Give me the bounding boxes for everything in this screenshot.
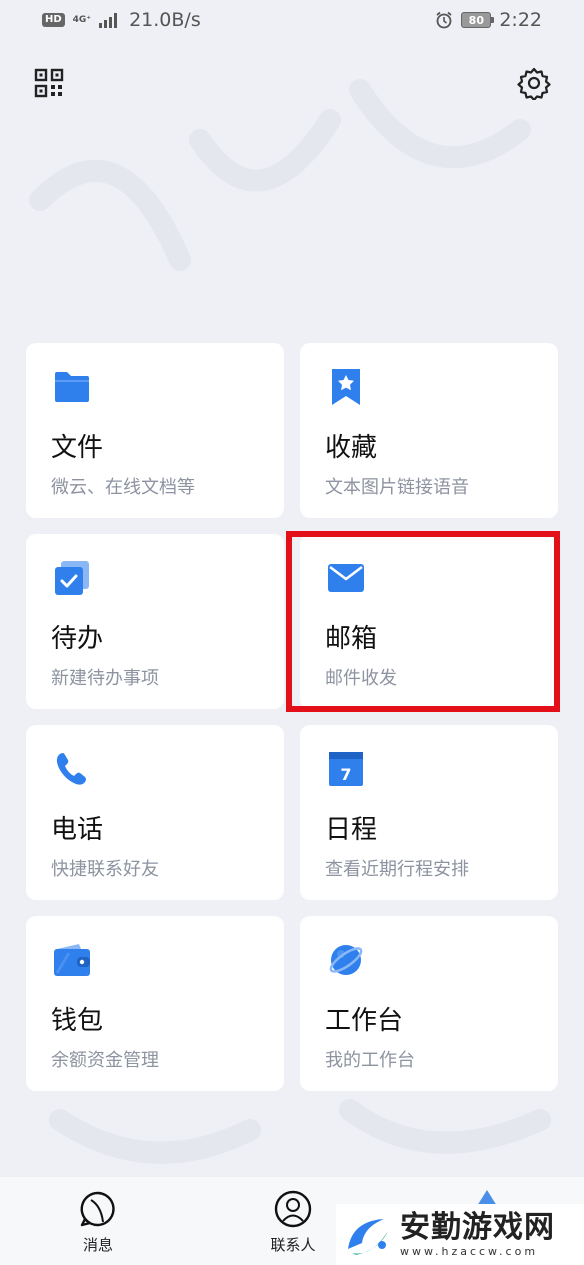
status-bar: HD 4G⁺ 21.0B/s 80 2:22 (0, 0, 584, 40)
card-title: 收藏 (325, 433, 378, 463)
bookmark-star-icon (326, 367, 366, 407)
card-mail[interactable]: 邮箱 邮件收发 (300, 534, 558, 709)
gear-icon (517, 67, 551, 100)
card-title: 文件 (51, 433, 104, 463)
card-subtitle: 快捷联系好友 (51, 859, 159, 880)
card-subtitle: 余额资金管理 (51, 1050, 159, 1071)
card-title: 钱包 (51, 1006, 104, 1036)
card-subtitle: 邮件收发 (325, 668, 397, 689)
calendar-icon: 7 (326, 749, 366, 789)
card-favorites[interactable]: 收藏 文本图片链接语音 (300, 343, 558, 518)
network-speed: 21.0B/s (129, 9, 201, 31)
nav-contacts[interactable]: 联系人 (258, 1190, 328, 1255)
card-phone[interactable]: 电话 快捷联系好友 (26, 725, 284, 900)
wallet-icon (52, 940, 92, 980)
status-left: HD 4G⁺ 21.0B/s (42, 9, 201, 31)
card-title: 日程 (325, 815, 378, 845)
mail-icon (326, 558, 366, 598)
watermark-url: www.hzaccw.com (400, 1245, 539, 1258)
watermark-logo-icon (348, 1218, 388, 1255)
card-subtitle: 新建待办事项 (51, 668, 159, 689)
card-todo[interactable]: 待办 新建待办事项 (26, 534, 284, 709)
nav-label: 联系人 (270, 1236, 316, 1254)
phone-icon (52, 749, 92, 789)
alarm-icon (436, 11, 452, 29)
feature-grid: 文件 微云、在线文档等 收藏 文本图片链接语音 待办 新建待办事项 邮箱 邮件收… (26, 343, 558, 1091)
clock: 2:22 (499, 9, 542, 31)
card-title: 工作台 (325, 1006, 404, 1036)
card-wallet[interactable]: 钱包 余额资金管理 (26, 916, 284, 1091)
contacts-icon (274, 1190, 312, 1228)
card-title: 邮箱 (325, 624, 378, 654)
qr-code-icon (34, 68, 64, 98)
message-icon (80, 1191, 115, 1227)
nav-messages[interactable]: 消息 (66, 1190, 130, 1255)
calendar-day: 7 (340, 765, 351, 784)
watermark-title: 安勤游戏网 (400, 1210, 555, 1245)
card-workbench[interactable]: 工作台 我的工作台 (300, 916, 558, 1091)
battery-icon: 80 (461, 12, 495, 28)
planet-icon (326, 940, 366, 980)
battery-level: 80 (468, 13, 484, 27)
card-title: 待办 (51, 624, 104, 654)
card-subtitle: 文本图片链接语音 (325, 477, 469, 498)
card-subtitle: 我的工作台 (325, 1050, 415, 1071)
status-right: 80 2:22 (435, 9, 542, 31)
signal-icon (99, 13, 118, 28)
folder-icon (52, 367, 92, 407)
card-subtitle: 微云、在线文档等 (51, 477, 195, 498)
card-title: 电话 (51, 815, 104, 845)
nav-label: 消息 (82, 1236, 113, 1254)
card-files[interactable]: 文件 微云、在线文档等 (26, 343, 284, 518)
todo-check-icon (52, 558, 92, 598)
hd-badge: HD (42, 13, 65, 27)
qr-code-button[interactable] (32, 66, 66, 100)
watermark: 安勤游戏网 www.hzaccw.com (336, 1204, 584, 1265)
network-type: 4G⁺ (72, 14, 92, 25)
card-subtitle: 查看近期行程安排 (325, 859, 469, 880)
watermark-text: 安勤游戏网 www.hzaccw.com (400, 1210, 555, 1259)
settings-button[interactable] (517, 66, 551, 100)
card-schedule[interactable]: 7 日程 查看近期行程安排 (300, 725, 558, 900)
